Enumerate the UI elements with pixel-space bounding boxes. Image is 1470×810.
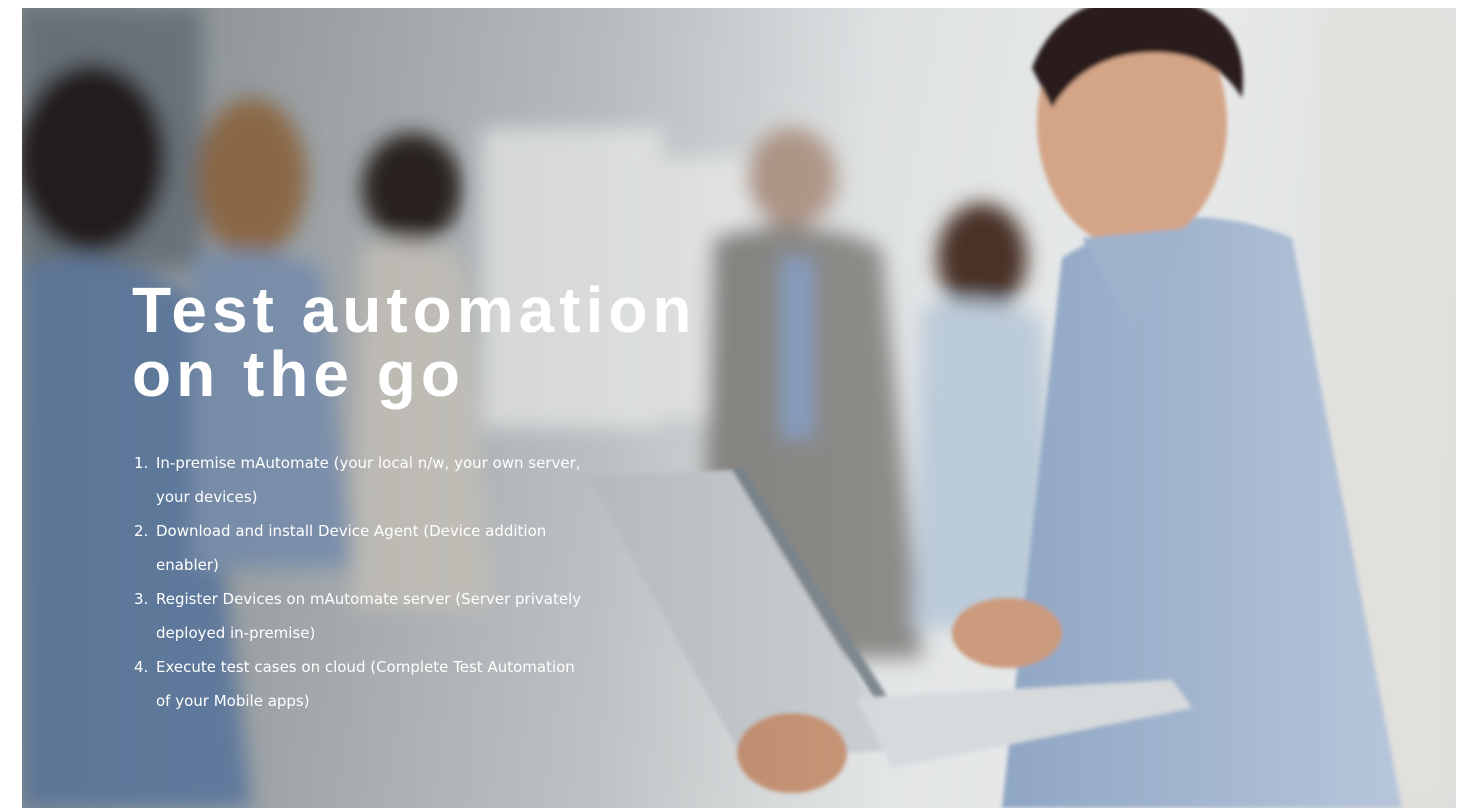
step-item-3: 3. Register Devices on mAutomate server (…: [134, 582, 594, 650]
step-item-1: 1. In-premise mAutomate (your local n/w, …: [134, 446, 594, 514]
step-item-2: 2. Download and install Device Agent (Dev…: [134, 514, 594, 582]
slide-headline: Test automation on the go: [132, 274, 697, 410]
step-text: In-premise mAutomate (your local n/w, yo…: [156, 454, 581, 506]
step-text: Execute test cases on cloud (Complete Te…: [156, 658, 575, 710]
step-number: 4.: [134, 658, 149, 676]
step-text: Download and install Device Agent (Devic…: [156, 522, 547, 574]
steps-list: 1. In-premise mAutomate (your local n/w, …: [134, 446, 594, 718]
step-number: 3.: [134, 590, 149, 608]
step-number: 1.: [134, 454, 149, 472]
step-text: Register Devices on mAutomate server (Se…: [156, 590, 582, 642]
slide: Test automation on the go 1. In-premise m…: [22, 8, 1456, 808]
step-number: 2.: [134, 522, 149, 540]
step-item-4: 4. Execute test cases on cloud (Complete …: [134, 650, 594, 718]
